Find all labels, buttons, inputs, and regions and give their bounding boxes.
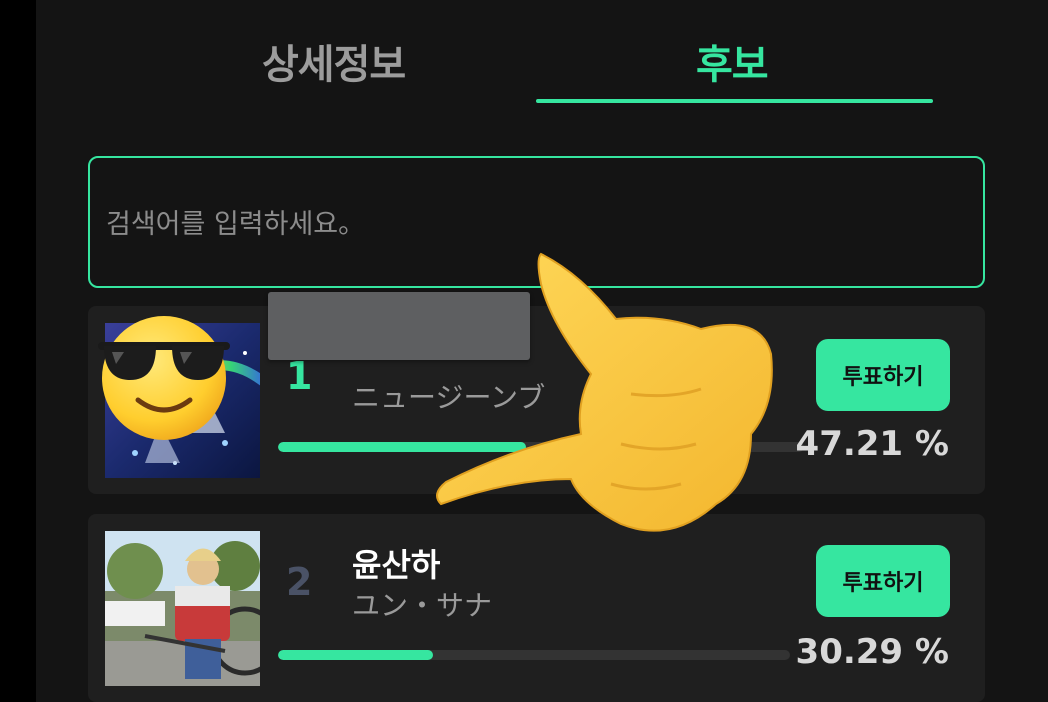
vote-percent: 47.21 % — [795, 424, 949, 464]
vote-button[interactable]: 투표하기 — [816, 339, 950, 411]
sunglasses-emoji-icon — [98, 316, 230, 440]
vote-button[interactable]: 투표하기 — [816, 545, 950, 617]
tab-details[interactable]: 상세정보 — [262, 32, 406, 90]
app-screen: 상세정보 후보 검색어를 입력하세요。 1 ニュージーンブ 투표하기 47.21… — [36, 0, 1048, 702]
active-tab-indicator — [536, 99, 933, 103]
vote-progress-fill — [278, 650, 434, 660]
search-input[interactable] — [106, 202, 966, 246]
candidate-subname: ユン・サナ — [352, 589, 493, 622]
candidate-rank: 2 — [286, 560, 313, 604]
candidate-photo — [105, 531, 260, 686]
tab-bar: 상세정보 후보 — [36, 0, 1048, 104]
vote-progress-track — [278, 650, 790, 660]
vote-percent: 30.29 % — [795, 632, 949, 672]
pointing-hand-emoji-icon — [436, 252, 773, 532]
tab-candidates[interactable]: 후보 — [696, 32, 769, 90]
candidate-name: 윤산하 — [352, 546, 441, 584]
candidate-rank: 1 — [286, 354, 313, 398]
